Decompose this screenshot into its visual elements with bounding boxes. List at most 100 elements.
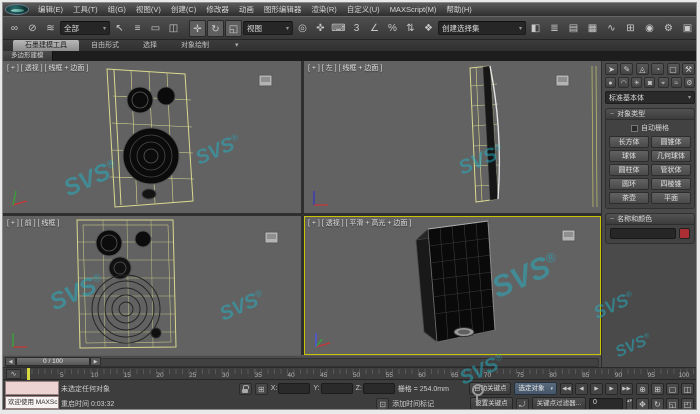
modify-tab-icon[interactable]: ✎: [620, 63, 633, 75]
percent-snap-icon[interactable]: %: [384, 20, 401, 37]
object-type-button-1[interactable]: 圆锥体: [651, 136, 691, 148]
pan-view-button[interactable]: ✥: [636, 398, 649, 410]
menu-item-11[interactable]: 帮助(H): [441, 3, 476, 16]
z-coordinate-field[interactable]: [363, 383, 395, 394]
select-and-rotate-icon[interactable]: ↻: [207, 20, 224, 37]
mirror-icon[interactable]: ◧: [527, 20, 544, 37]
viewport-bottom-right-active[interactable]: [ + ] [ 透视 ] [ 平滑 + 高光 + 边面 ]: [304, 216, 601, 355]
align-icon[interactable]: ≣: [546, 20, 563, 37]
select-and-manipulate-icon[interactable]: ✜: [312, 20, 329, 37]
object-type-button-5[interactable]: 管状体: [651, 164, 691, 176]
ribbon-minimize-icon[interactable]: ▾: [235, 40, 239, 51]
ribbon-tab-selection[interactable]: 选择: [131, 40, 169, 51]
object-name-input[interactable]: [610, 228, 676, 239]
schematic-view-icon[interactable]: ⊞: [622, 20, 639, 37]
ribbon-tab-freeform[interactable]: 自由形式: [79, 40, 131, 51]
menu-item-3[interactable]: 视图(V): [131, 3, 166, 16]
render-setup-icon[interactable]: ⚙: [660, 20, 677, 37]
object-type-button-4[interactable]: 圆柱体: [609, 164, 649, 176]
object-type-rollout-header[interactable]: 对象类型: [606, 109, 694, 120]
maxscript-mini-listener[interactable]: 欢迎使用 MAXSc: [5, 381, 59, 410]
motion-tab-icon[interactable]: ◔: [651, 63, 664, 75]
selection-filter-dropdown[interactable]: 全部 ▾: [60, 21, 110, 35]
hierarchy-tab-icon[interactable]: ◬: [636, 63, 649, 75]
add-time-tag-icon[interactable]: ⊡: [376, 398, 389, 410]
zoom-extents-all-button[interactable]: ◫: [681, 383, 694, 395]
object-color-swatch[interactable]: [679, 228, 690, 239]
next-frame-button[interactable]: ▶: [605, 383, 618, 395]
zoom-extents-button[interactable]: ▢: [666, 383, 679, 395]
name-color-rollout-header[interactable]: 名称和颜色: [606, 214, 694, 225]
menu-item-10[interactable]: MAXScript(M): [385, 3, 442, 16]
lights-category-icon[interactable]: ☀: [631, 77, 642, 88]
named-selection-sets-dropdown[interactable]: 创建选择集 ▾: [438, 21, 526, 35]
rectangular-selection-region-icon[interactable]: ▭: [147, 20, 164, 37]
selection-lock-icon[interactable]: [239, 383, 252, 395]
select-object-icon[interactable]: ↖: [111, 20, 128, 37]
new-key-mode-icon[interactable]: ⤾: [516, 398, 529, 410]
mini-listener-macro-line[interactable]: [5, 381, 59, 395]
time-slider-prev-arrow[interactable]: ◀: [5, 357, 16, 366]
time-slider-next-arrow[interactable]: ▶: [90, 357, 101, 366]
display-tab-icon[interactable]: ▢: [667, 63, 680, 75]
viewport-bottom-left[interactable]: [ + ] [ 前 ] [ 线框 ]: [3, 216, 301, 355]
select-and-link-icon[interactable]: ∞: [6, 20, 23, 37]
select-and-move-icon[interactable]: ✛: [189, 20, 206, 37]
bind-to-space-warp-icon[interactable]: ≋: [42, 20, 59, 37]
zoom-button[interactable]: ⊕: [636, 383, 649, 395]
curve-editor-icon[interactable]: ∿: [603, 20, 620, 37]
key-filters-button[interactable]: 关键点过滤器...: [532, 397, 586, 410]
menu-item-7[interactable]: 图形编辑器: [259, 3, 307, 16]
viewport-top-left[interactable]: [ + ] [ 透视 ] [ 线框 + 边面 ]: [3, 61, 301, 213]
menu-item-2[interactable]: 组(G): [103, 3, 131, 16]
go-to-end-button[interactable]: ▶▶: [620, 383, 633, 395]
window-crossing-icon[interactable]: ◫: [165, 20, 182, 37]
layer-manager-icon[interactable]: ▤: [565, 20, 582, 37]
object-type-button-2[interactable]: 球体: [609, 150, 649, 162]
max-logo-icon[interactable]: [5, 4, 29, 15]
create-tab-icon[interactable]: ➤: [605, 63, 618, 75]
previous-frame-button[interactable]: ◀: [575, 383, 588, 395]
ribbon-tab-object-paint[interactable]: 对象绘制: [169, 40, 221, 51]
menu-item-4[interactable]: 创建(C): [166, 3, 201, 16]
go-to-start-button[interactable]: ◀◀: [560, 383, 573, 395]
time-slider-handle[interactable]: 0 / 100: [16, 357, 90, 366]
key-mode-dropdown[interactable]: 选定对象 ▾: [514, 382, 557, 395]
object-type-button-3[interactable]: 几何球体: [651, 150, 691, 162]
menu-item-5[interactable]: 修改器: [201, 3, 234, 16]
play-button[interactable]: ▶: [590, 383, 603, 395]
select-and-scale-icon[interactable]: ◱: [225, 20, 242, 37]
graphite-ribbon-toggle-icon[interactable]: ▦: [584, 20, 601, 37]
viewport-label[interactable]: [ + ] [ 透视 ] [ 平滑 + 高光 + 边面 ]: [308, 218, 411, 228]
rendered-frame-window-icon[interactable]: ▣: [679, 20, 696, 37]
cameras-category-icon[interactable]: ◙: [644, 77, 655, 88]
mini-curve-editor-button[interactable]: ∿: [6, 369, 21, 379]
menu-item-9[interactable]: 自定义(U): [342, 3, 385, 16]
viewport-top-right[interactable]: [ + ] [ 左 ] [ 线框 + 边面 ]: [304, 61, 601, 213]
y-coordinate-field[interactable]: [321, 383, 353, 394]
add-time-tag-label[interactable]: 添加时间标记: [392, 399, 434, 409]
menu-item-0[interactable]: 编辑(E): [33, 3, 68, 16]
absolute-mode-icon[interactable]: ⊞: [255, 383, 268, 395]
object-type-button-0[interactable]: 长方体: [609, 136, 649, 148]
current-frame-field[interactable]: 0: [589, 398, 623, 410]
object-type-button-6[interactable]: 圆环: [609, 178, 649, 190]
viewport-label[interactable]: [ + ] [ 前 ] [ 线框 ]: [7, 218, 59, 228]
space-warps-category-icon[interactable]: ≈: [671, 77, 682, 88]
material-editor-icon[interactable]: ◉: [641, 20, 658, 37]
systems-category-icon[interactable]: ⚙: [684, 77, 695, 88]
helpers-category-icon[interactable]: ⌖: [658, 77, 669, 88]
unlink-selection-icon[interactable]: ⊘: [24, 20, 41, 37]
edit-named-selection-sets-icon[interactable]: ❖: [420, 20, 437, 37]
orbit-button[interactable]: ↻: [651, 398, 664, 410]
angle-snap-icon[interactable]: ∠: [366, 20, 383, 37]
frame-spinner[interactable]: ▴▾: [626, 398, 633, 410]
utilities-tab-icon[interactable]: ⚒: [682, 63, 695, 75]
shapes-category-icon[interactable]: ◠: [618, 77, 629, 88]
object-type-button-8[interactable]: 茶壶: [609, 192, 649, 204]
zoom-all-button[interactable]: ⊞: [651, 383, 664, 395]
menu-item-1[interactable]: 工具(T): [68, 3, 103, 16]
viewport-label[interactable]: [ + ] [ 左 ] [ 线框 + 边面 ]: [308, 63, 382, 73]
viewport-label[interactable]: [ + ] [ 透视 ] [ 线框 + 边面 ]: [7, 63, 88, 73]
set-key-toggle-icon[interactable]: [469, 381, 484, 409]
